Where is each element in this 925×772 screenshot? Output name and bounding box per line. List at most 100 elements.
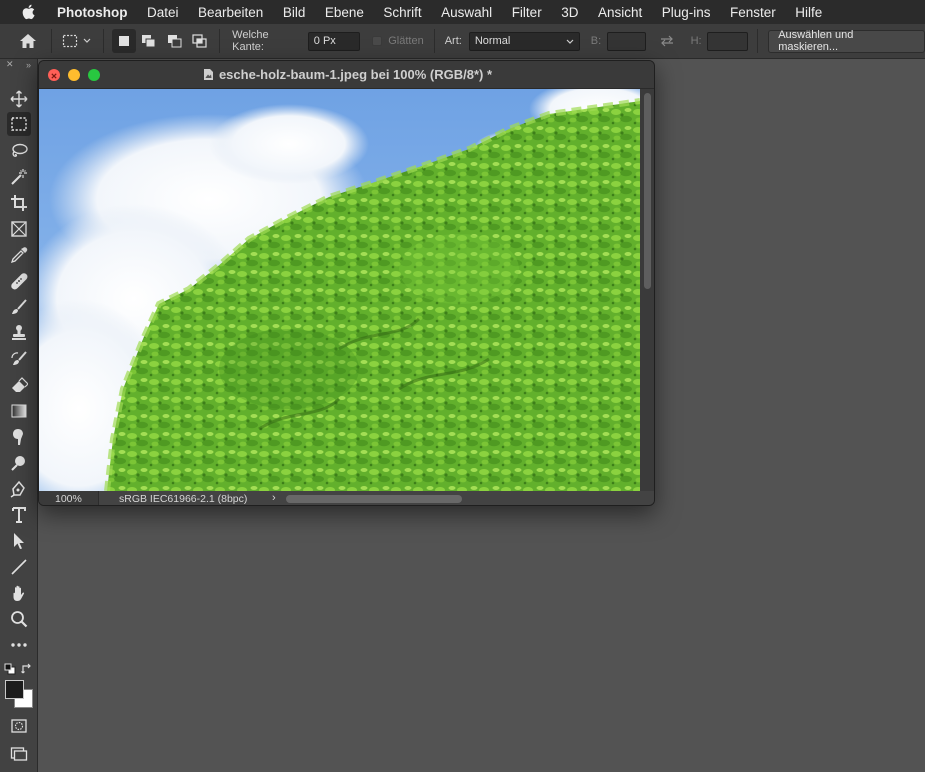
menu-plugins[interactable]: Plug-ins: [662, 5, 711, 20]
vertical-scrollbar[interactable]: [640, 89, 654, 491]
menu-bild[interactable]: Bild: [283, 5, 306, 20]
intersect-selection-button[interactable]: [187, 29, 213, 53]
screen-mode-icon: [10, 747, 28, 761]
menu-ansicht[interactable]: Ansicht: [598, 5, 642, 20]
menu-photoshop[interactable]: Photoshop: [57, 5, 128, 20]
default-colors-button[interactable]: [4, 662, 16, 675]
pen-tool[interactable]: [7, 477, 31, 501]
zoom-tool-icon: [11, 611, 28, 628]
swap-colors-button[interactable]: [21, 662, 33, 674]
healing-brush-icon: [11, 273, 28, 290]
screen-mode-button[interactable]: [7, 741, 31, 765]
style-label: Art:: [444, 35, 462, 47]
brush-tool[interactable]: [7, 295, 31, 319]
document-window: esche-holz-baum-1.jpeg bei 100% (RGB/8*)…: [38, 60, 655, 506]
move-tool[interactable]: [7, 87, 31, 111]
default-colors-icon: [4, 663, 16, 675]
divider: [50, 29, 52, 53]
marquee-tool[interactable]: [7, 112, 31, 136]
vertical-scroll-thumb[interactable]: [644, 93, 651, 289]
tree-photo: [39, 89, 640, 491]
gradient-tool[interactable]: [7, 399, 31, 423]
clone-stamp-tool[interactable]: [7, 321, 31, 345]
menu-schrift[interactable]: Schrift: [383, 5, 421, 20]
style-select-value: Normal: [474, 35, 511, 47]
type-tool-icon: [12, 507, 26, 523]
eraser-tool[interactable]: [7, 373, 31, 397]
line-tool[interactable]: [7, 555, 31, 579]
menu-3d[interactable]: 3D: [561, 5, 578, 20]
menu-hilfe[interactable]: Hilfe: [795, 5, 822, 20]
quick-mask-button[interactable]: [7, 714, 31, 738]
tool-preset-picker[interactable]: [58, 29, 98, 53]
line-tool-icon: [11, 559, 27, 575]
horizontal-scroll-thumb[interactable]: [286, 495, 462, 503]
style-select[interactable]: Normal: [468, 31, 580, 51]
path-select-tool[interactable]: [7, 529, 31, 553]
height-input[interactable]: [706, 31, 749, 51]
menu-bar: Photoshop Datei Bearbeiten Bild Ebene Sc…: [0, 0, 925, 24]
home-icon: [19, 34, 36, 48]
smudge-tool[interactable]: [7, 425, 31, 449]
crop-tool-icon: [11, 195, 27, 211]
menu-filter[interactable]: Filter: [512, 5, 542, 20]
foreground-color-swatch[interactable]: [5, 680, 24, 699]
zoom-level-field[interactable]: 100%: [39, 491, 99, 505]
lasso-tool-icon: [12, 143, 28, 157]
hand-tool[interactable]: [7, 581, 31, 605]
history-brush-tool[interactable]: [7, 347, 31, 371]
color-profile-info: sRGB IEC61966-2.1 (8bpc): [119, 493, 248, 505]
crop-tool[interactable]: [7, 191, 31, 215]
width-input[interactable]: [607, 31, 646, 51]
move-tool-icon: [10, 90, 28, 108]
eraser-icon: [12, 377, 28, 392]
swap-colors-icon: [21, 663, 31, 674]
intersect-selection-icon: [192, 34, 207, 48]
divider: [219, 29, 221, 53]
marquee-preset-icon: [63, 34, 91, 48]
image-canvas[interactable]: [39, 89, 640, 491]
collapse-panel-icon[interactable]: »: [26, 60, 31, 70]
menu-ebene[interactable]: Ebene: [325, 5, 364, 20]
marquee-tool-icon: [11, 117, 27, 131]
eyedropper-tool[interactable]: [7, 243, 31, 267]
feather-input[interactable]: 0 Px: [307, 31, 361, 51]
divider: [103, 29, 105, 53]
history-brush-icon: [11, 351, 27, 365]
subtract-selection-icon: [167, 35, 182, 48]
feather-label: Welche Kante:: [232, 29, 269, 53]
width-label: B:: [590, 35, 602, 47]
lasso-tool[interactable]: [7, 139, 31, 163]
swap-arrows-icon: [660, 35, 673, 47]
gradient-tool-icon: [11, 404, 27, 418]
menu-fenster[interactable]: Fenster: [730, 5, 776, 20]
menu-bearbeiten[interactable]: Bearbeiten: [198, 5, 263, 20]
divider: [757, 29, 759, 53]
more-tools[interactable]: [7, 633, 31, 657]
menu-datei[interactable]: Datei: [147, 5, 179, 20]
zoom-tool[interactable]: [7, 607, 31, 631]
new-selection-button[interactable]: [112, 29, 136, 53]
add-selection-icon: [141, 35, 156, 48]
magic-wand-tool[interactable]: [7, 165, 31, 189]
dodge-tool[interactable]: [7, 451, 31, 475]
hand-tool-icon: [13, 585, 25, 601]
brush-tool-icon: [12, 299, 27, 314]
close-panel-icon[interactable]: ✕: [6, 59, 14, 70]
frame-tool[interactable]: [7, 217, 31, 241]
subtract-selection-button[interactable]: [162, 29, 188, 53]
healing-brush-tool[interactable]: [7, 269, 31, 293]
options-bar: Welche Kante: 0 Px Glätten Art: Normal B…: [0, 24, 925, 59]
pen-tool-icon: [10, 480, 25, 498]
swap-dimensions-button[interactable]: [654, 29, 680, 53]
type-tool[interactable]: [7, 503, 31, 527]
select-and-mask-button[interactable]: Auswählen und maskieren...: [768, 29, 925, 53]
document-title-bar[interactable]: esche-holz-baum-1.jpeg bei 100% (RGB/8*)…: [39, 61, 654, 89]
menu-auswahl[interactable]: Auswahl: [441, 5, 492, 20]
add-selection-button[interactable]: [136, 29, 162, 53]
status-menu-chevron-icon[interactable]: ›: [272, 492, 276, 504]
antialias-checkbox[interactable]: [372, 36, 383, 46]
apple-icon[interactable]: [20, 4, 36, 20]
document-title-text: esche-holz-baum-1.jpeg bei 100% (RGB/8*)…: [218, 67, 493, 82]
home-button[interactable]: [11, 24, 45, 59]
